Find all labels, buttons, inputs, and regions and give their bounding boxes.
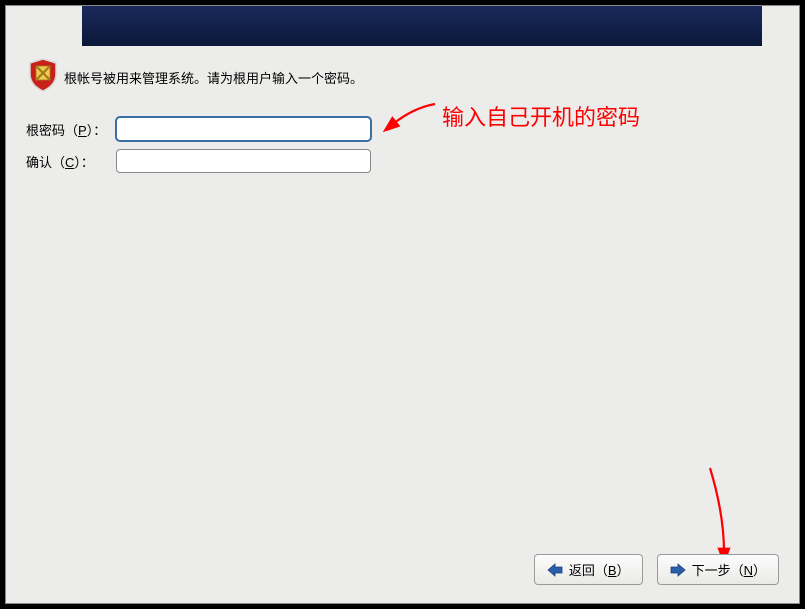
- back-button[interactable]: 返回（B）: [534, 554, 643, 585]
- footer-buttons: 返回（B） 下一步（N）: [534, 554, 779, 585]
- installer-window: 根帐号被用来管理系统。请为根用户输入一个密码。 根密码（P）： 确认（C）： 输…: [5, 5, 800, 604]
- confirm-password-input[interactable]: [116, 149, 371, 173]
- annotation-text: 输入自己开机的密码: [442, 100, 640, 132]
- next-button-label: 下一步（N）: [692, 560, 766, 579]
- confirm-password-row: 确认（C）：: [26, 148, 371, 174]
- root-password-row: 根密码（P）：: [26, 116, 371, 142]
- shield-icon: [28, 58, 58, 92]
- arrow-left-icon: [547, 563, 563, 577]
- annotation-arrow-left-icon: [383, 98, 439, 134]
- root-password-description: 根帐号被用来管理系统。请为根用户输入一个密码。: [64, 68, 363, 87]
- header-banner: [82, 6, 762, 46]
- annotation-arrow-down-icon: [702, 464, 742, 562]
- root-password-input[interactable]: [116, 117, 371, 141]
- root-password-label: 根密码（P）：: [26, 120, 116, 139]
- back-button-label: 返回（B）: [569, 560, 630, 579]
- confirm-password-label: 确认（C）：: [26, 152, 116, 171]
- arrow-right-icon: [670, 563, 686, 577]
- next-button[interactable]: 下一步（N）: [657, 554, 779, 585]
